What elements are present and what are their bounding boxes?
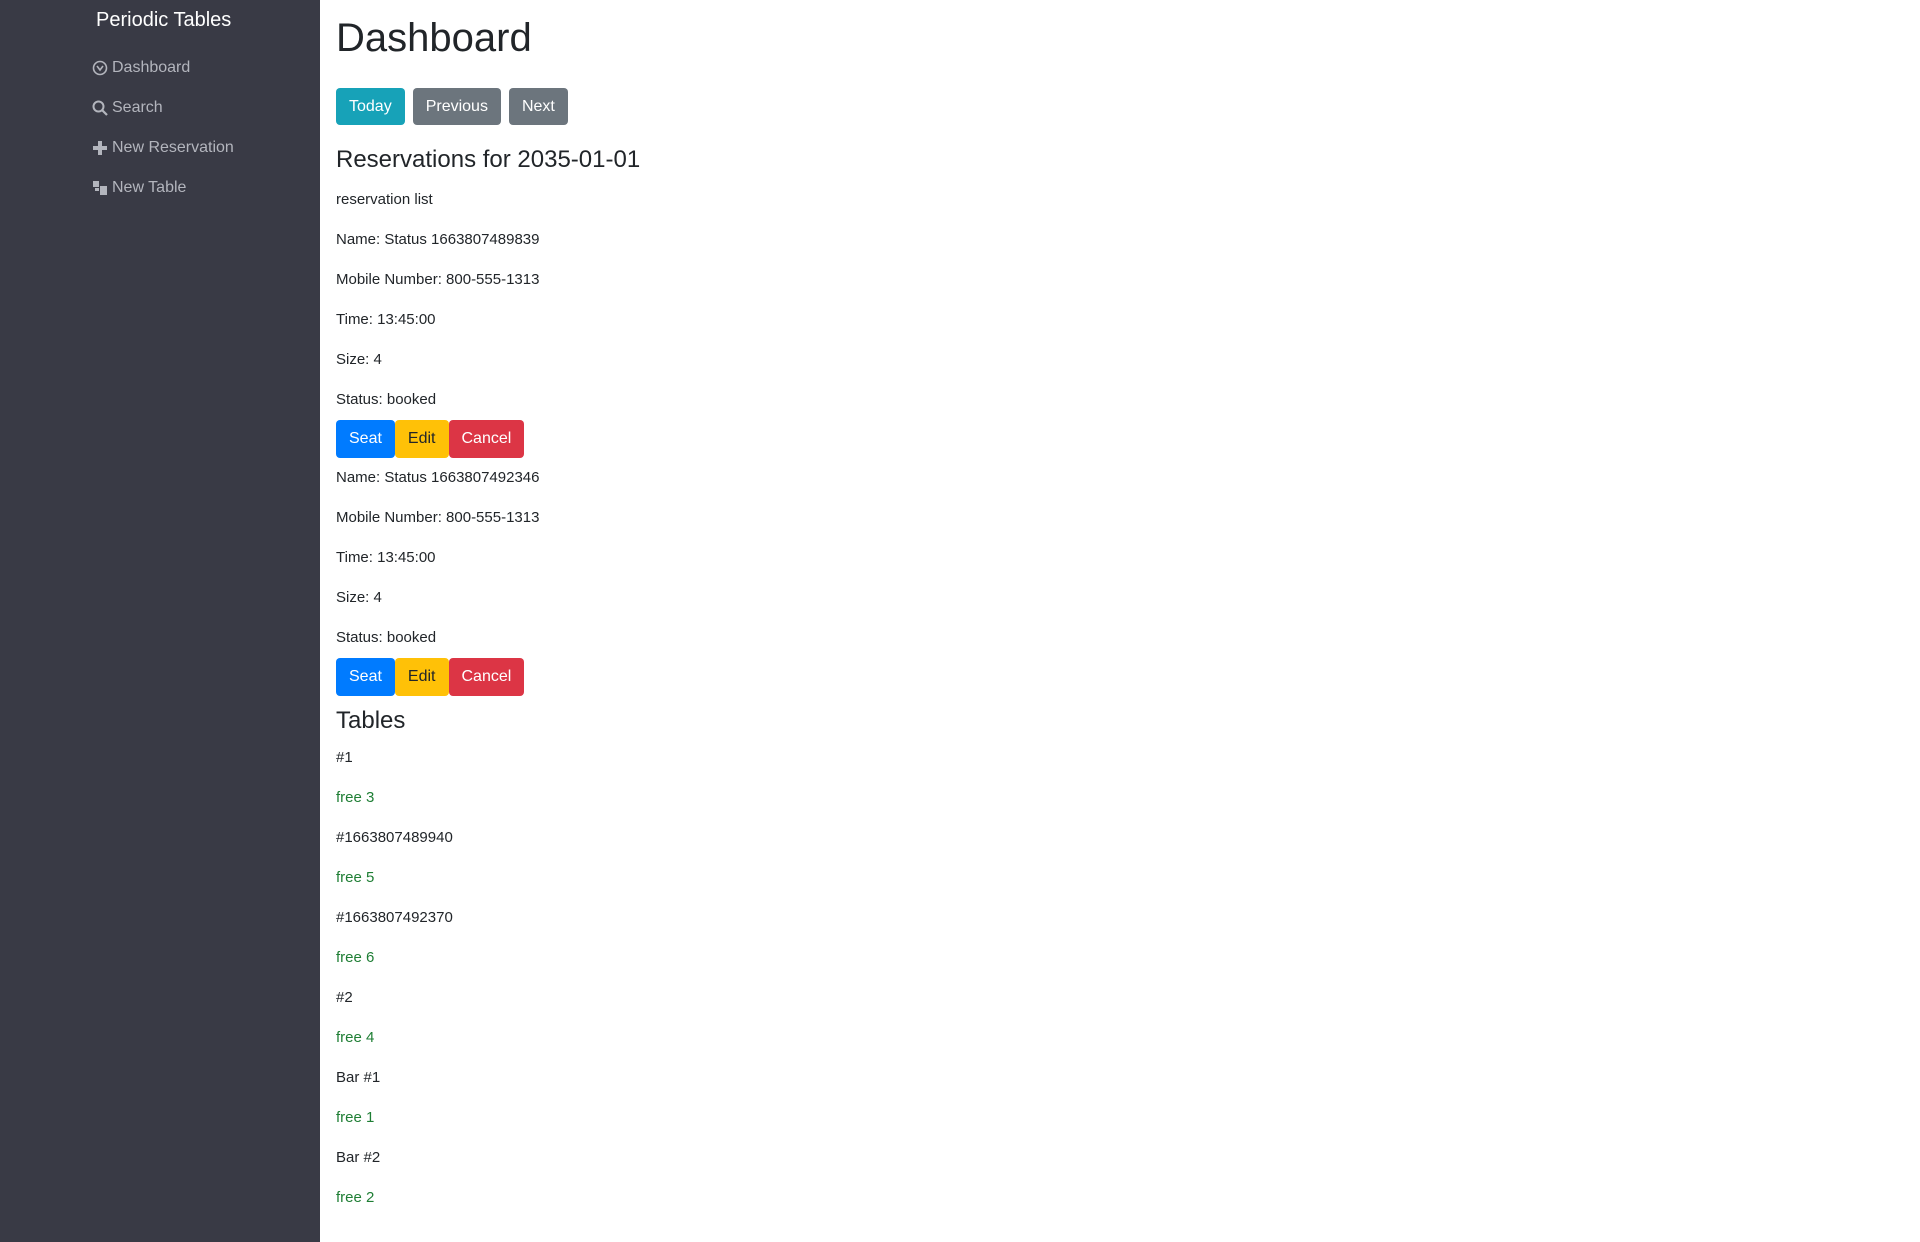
cancel-button[interactable]: Cancel <box>448 420 525 458</box>
table-name: #1663807492370 <box>336 909 453 926</box>
table-name: #1 <box>336 749 353 766</box>
today-button[interactable]: Today <box>336 88 405 125</box>
table-name: #2 <box>336 989 353 1006</box>
table-list: #1 free 3 #1663807489940 free 5 #1663807… <box>336 738 1236 1218</box>
sidebar-item-label: New Reservation <box>112 139 234 156</box>
reservation-name: Name: Status 1663807489839 <box>336 231 540 248</box>
previous-button[interactable]: Previous <box>412 88 501 125</box>
table-status: free 1 <box>336 1109 375 1126</box>
main-content: Dashboard Today Previous Next Reservatio… <box>320 0 1920 1242</box>
reservation-actions: Seat Edit Cancel <box>336 420 1236 458</box>
table-status: free 4 <box>336 1029 375 1046</box>
table-status: free 2 <box>336 1189 375 1206</box>
table-status: free 6 <box>336 949 375 966</box>
reservation-time: Time: 13:45:00 <box>336 311 436 328</box>
next-button[interactable]: Next <box>508 88 568 125</box>
table-status: free 5 <box>336 869 375 886</box>
reservation-time: Time: 13:45:00 <box>336 549 436 566</box>
sidebar-item-search[interactable]: Search <box>90 88 234 128</box>
sidebar-item-label: New Table <box>112 179 187 196</box>
table-name: Bar #1 <box>336 1069 381 1086</box>
seat-button[interactable]: Seat <box>336 420 395 458</box>
reservation-card: Name: Status 1663807489839 Mobile Number… <box>336 220 1236 458</box>
cancel-button[interactable]: Cancel <box>448 658 525 696</box>
date-nav: Today Previous Next <box>336 88 568 125</box>
content: Reservations for 2035-01-01 reservation … <box>336 140 1236 1218</box>
reservation-mobile: Mobile Number: 800-555-1313 <box>336 509 540 526</box>
reservations-heading: Reservations for 2035-01-01 <box>336 146 641 173</box>
seat-button[interactable]: Seat <box>336 658 395 696</box>
sidebar-item-new-table[interactable]: New Table <box>90 168 234 208</box>
table-icon <box>90 180 110 196</box>
table-name: Bar #2 <box>336 1149 381 1166</box>
sidebar: Periodic Tables Dashboard Search New Res… <box>0 0 320 1242</box>
reservation-status: Status: booked <box>336 391 437 408</box>
sidebar-nav: Dashboard Search New Reservation New Tab… <box>90 48 234 208</box>
reservation-status: Status: booked <box>336 629 437 646</box>
search-icon <box>90 100 110 116</box>
sidebar-item-new-reservation[interactable]: New Reservation <box>90 128 234 168</box>
reservation-card: Name: Status 1663807492346 Mobile Number… <box>336 458 1236 696</box>
reservation-size: Size: 4 <box>336 589 382 606</box>
page-title: Dashboard <box>336 16 532 60</box>
reservation-list-label: reservation list <box>336 191 433 208</box>
tables-heading: Tables <box>336 707 406 734</box>
edit-button[interactable]: Edit <box>394 420 449 458</box>
table-name: #1663807489940 <box>336 829 453 846</box>
dashboard-icon <box>90 60 110 76</box>
plus-icon <box>90 140 110 156</box>
brand-title[interactable]: Periodic Tables <box>96 9 231 32</box>
reservation-size: Size: 4 <box>336 351 382 368</box>
reservation-mobile: Mobile Number: 800-555-1313 <box>336 271 540 288</box>
reservation-actions: Seat Edit Cancel <box>336 658 1236 696</box>
sidebar-item-label: Search <box>112 99 163 116</box>
sidebar-item-dashboard[interactable]: Dashboard <box>90 48 234 88</box>
sidebar-item-label: Dashboard <box>112 59 191 76</box>
table-status: free 3 <box>336 789 375 806</box>
reservation-name: Name: Status 1663807492346 <box>336 469 540 486</box>
edit-button[interactable]: Edit <box>394 658 449 696</box>
